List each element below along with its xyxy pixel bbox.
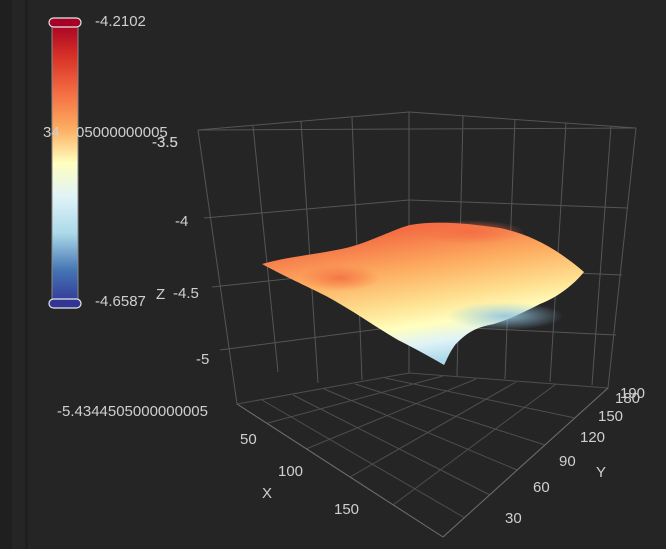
y-axis-line — [442, 387, 609, 538]
colorbar-max-handle[interactable] — [48, 17, 82, 28]
z-tick-label: -5.4344505000000005 — [57, 403, 208, 420]
z-tick-label: -4 — [175, 213, 188, 230]
y-tick-label: 120 — [580, 429, 605, 446]
wall-edge — [607, 127, 637, 389]
colorbar-max-label: -4.2102 — [95, 13, 146, 30]
floor-edge — [236, 372, 410, 405]
surface-trough — [447, 302, 563, 330]
wall-edge — [197, 127, 637, 131]
y-tick-label: 60 — [533, 479, 550, 496]
y-tick-label: 90 — [559, 453, 576, 470]
x-tick-label: 50 — [240, 431, 257, 448]
x-axis-title: X — [262, 485, 272, 502]
surface-peak — [415, 220, 525, 244]
colorbar-overlap-label: 05000000005 — [76, 124, 168, 141]
surface-peak — [300, 265, 380, 291]
grid-line — [300, 120, 319, 384]
y-tick-label: 30 — [505, 510, 522, 527]
grid-line — [408, 199, 629, 209]
colorbar-min-handle[interactable] — [48, 298, 82, 309]
surface-fill — [262, 222, 584, 365]
floor-grid — [236, 372, 609, 538]
surface-mesh[interactable] — [262, 220, 584, 365]
z-tick-label: -5 — [196, 351, 209, 368]
x-tick-label: 100 — [278, 463, 303, 480]
colorbar-gradient — [51, 21, 79, 305]
wall-edge — [197, 111, 410, 131]
colorbar-overlap-label: 34 — [43, 124, 60, 141]
wall-edge — [408, 111, 637, 129]
colorbar[interactable] — [48, 17, 82, 309]
floor-grid-line — [292, 394, 491, 496]
y-tick-label: 190 — [620, 385, 645, 402]
floor-grid-line — [384, 377, 576, 419]
y-axis-title: Y — [596, 464, 606, 481]
z-axis-title: Z — [156, 286, 165, 303]
y-tick-label: 150 — [598, 408, 623, 425]
colorbar-min-label: -4.6587 — [95, 293, 146, 310]
surface-plot[interactable]: -5.4344505000000005 -5 -4.5 -4 -3.5 Z -3… — [0, 0, 666, 549]
grid-line — [591, 125, 612, 386]
floor-grid-line — [261, 399, 466, 519]
x-tick-label: 150 — [334, 501, 359, 518]
z-tick-label: -4.5 — [173, 285, 199, 302]
grid-line — [252, 125, 279, 373]
